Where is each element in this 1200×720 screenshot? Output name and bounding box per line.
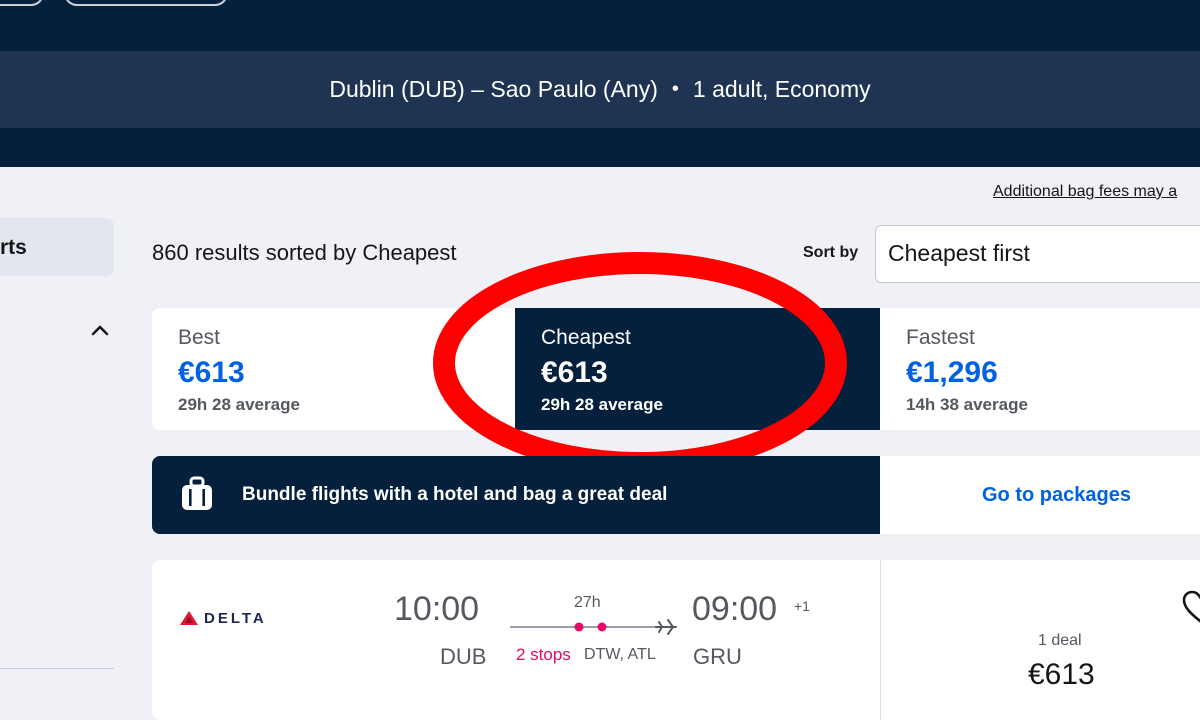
- results-count: 860 results sorted by Cheapest: [152, 240, 457, 265]
- sidebar-item-label: rts: [0, 236, 27, 259]
- tab-fastest[interactable]: Fastest €1,296 14h 38 average: [880, 308, 1200, 430]
- tab-label: Fastest: [906, 326, 975, 349]
- separator-dot: •: [671, 78, 679, 100]
- red-annotation-ellipse: [433, 252, 847, 474]
- sidebar-active-item[interactable]: rts: [0, 218, 114, 276]
- flight-duration: 27h: [574, 594, 601, 611]
- sort-select[interactable]: Cheapest first: [875, 225, 1200, 283]
- top-navigation-bar: Dublin (DUB) – Sao Paulo (Any) • 1 adult…: [0, 0, 1200, 167]
- go-to-packages-link[interactable]: Go to packages: [982, 484, 1131, 507]
- bundle-text: Bundle flights with a hotel and bag a gr…: [242, 484, 668, 505]
- flight-price: €613: [1028, 658, 1095, 691]
- passenger-summary: 1 adult, Economy: [692, 76, 871, 102]
- arrival-airport: GRU: [693, 644, 742, 669]
- delta-logo-icon: [180, 611, 198, 625]
- tab-price: €613: [178, 356, 245, 389]
- departure-airport: DUB: [440, 644, 487, 669]
- tab-average: 29h 28 average: [178, 395, 300, 414]
- plane-icon: [655, 619, 677, 635]
- chevron-up-icon[interactable]: [90, 320, 110, 340]
- nav-pill-button[interactable]: [0, 0, 44, 6]
- bundle-banner: Bundle flights with a hotel and bag a gr…: [152, 456, 1200, 534]
- stop-airports: DTW, ATL: [584, 646, 656, 663]
- airline-logo: DELTA: [180, 609, 267, 627]
- arrival-day-offset: +1: [794, 598, 810, 614]
- suitcase-icon: [182, 476, 212, 510]
- route-line: [510, 619, 677, 635]
- heart-icon[interactable]: [1182, 590, 1200, 624]
- route-summary: Dublin (DUB) – Sao Paulo (Any): [329, 76, 658, 102]
- deal-count: 1 deal: [1038, 632, 1082, 649]
- search-summary-bar[interactable]: Dublin (DUB) – Sao Paulo (Any) • 1 adult…: [0, 51, 1200, 128]
- arrival-time: 09:00: [692, 590, 778, 628]
- tab-average: 14h 38 average: [906, 395, 1028, 414]
- nav-pill-button[interactable]: [64, 0, 228, 6]
- stops-count: 2 stops: [516, 645, 571, 664]
- flight-result-card[interactable]: DELTA 10:00 DUB 27h 2 stops DTW, ATL 09:…: [152, 560, 1200, 720]
- departure-time: 10:00: [394, 590, 480, 628]
- card-divider: [880, 560, 881, 720]
- airline-name: DELTA: [204, 609, 267, 627]
- sidebar-divider: [0, 668, 114, 669]
- tab-label: Best: [178, 326, 221, 349]
- bag-fees-link[interactable]: Additional bag fees may a: [993, 183, 1177, 201]
- bundle-promo: Bundle flights with a hotel and bag a gr…: [152, 456, 880, 534]
- tab-price: €1,296: [906, 356, 998, 389]
